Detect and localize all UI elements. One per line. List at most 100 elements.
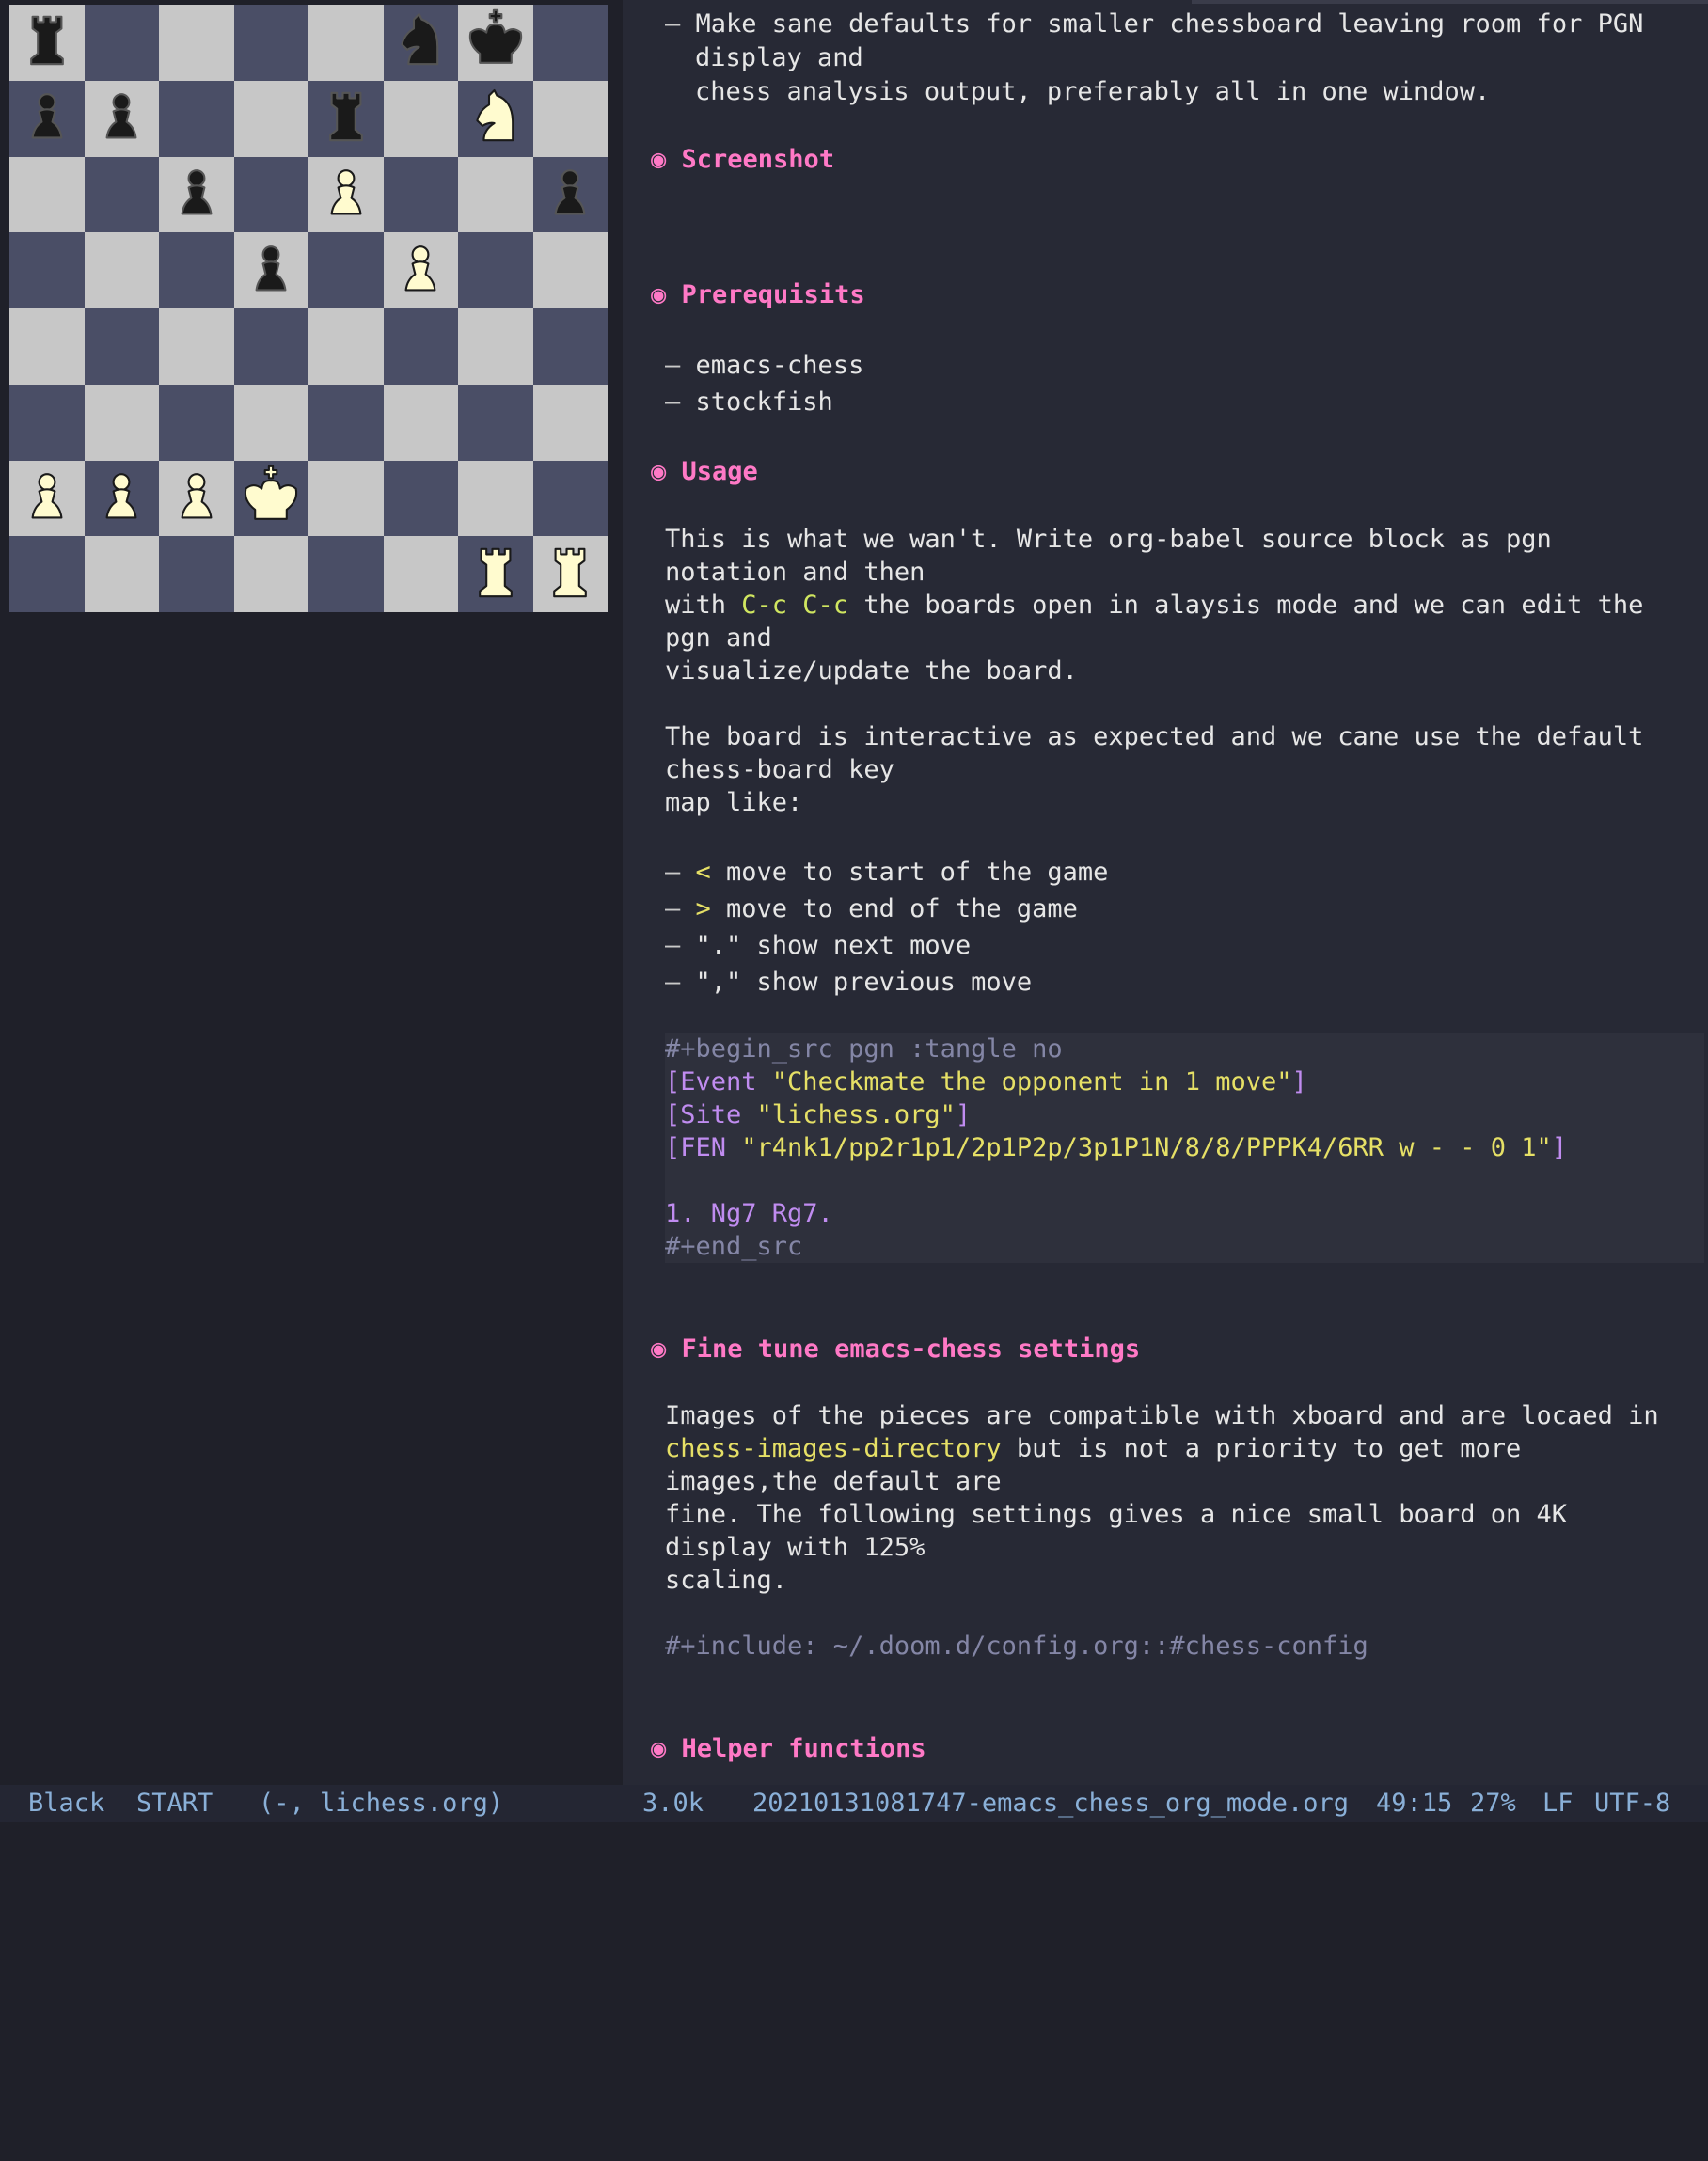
white-rook-icon[interactable] [463, 540, 529, 609]
square-b3[interactable] [84, 384, 159, 461]
square-h6[interactable] [532, 156, 608, 233]
square-g3[interactable] [458, 384, 533, 461]
square-h2[interactable] [532, 460, 608, 537]
square-h8[interactable] [532, 5, 608, 81]
square-e6[interactable] [308, 156, 384, 233]
black-pawn-icon[interactable] [537, 160, 603, 229]
square-d4[interactable] [233, 308, 308, 385]
white-pawn-icon[interactable] [387, 236, 453, 306]
square-b6[interactable] [84, 156, 159, 233]
white-knight-icon[interactable] [463, 84, 529, 153]
square-a7[interactable] [9, 80, 85, 157]
square-f3[interactable] [383, 384, 458, 461]
square-e7[interactable] [308, 80, 384, 157]
square-g6[interactable] [458, 156, 533, 233]
square-f2[interactable] [383, 460, 458, 537]
square-g4[interactable] [458, 308, 533, 385]
square-c6[interactable] [159, 156, 234, 233]
square-f7[interactable] [383, 80, 458, 157]
heading-helper-functions[interactable]: ◉ Helper functions [651, 1732, 926, 1765]
paragraph-line: display with 125% [665, 1533, 925, 1562]
bullet-icon: ◉ [651, 1734, 682, 1763]
black-rook-icon[interactable] [14, 8, 80, 77]
white-rook-icon[interactable] [537, 540, 603, 609]
black-pawn-icon[interactable] [88, 84, 154, 153]
black-rook-icon[interactable] [313, 84, 379, 153]
square-e8[interactable] [308, 5, 384, 81]
heading-prerequisits[interactable]: ◉ Prerequisits [651, 278, 865, 311]
square-d3[interactable] [233, 384, 308, 461]
square-b7[interactable] [84, 80, 159, 157]
square-g2[interactable] [458, 460, 533, 537]
square-f8[interactable] [383, 5, 458, 81]
white-pawn-icon[interactable] [14, 464, 80, 533]
square-c3[interactable] [159, 384, 234, 461]
square-c5[interactable] [159, 232, 234, 308]
square-b4[interactable] [84, 308, 159, 385]
square-h5[interactable] [532, 232, 608, 308]
square-d6[interactable] [233, 156, 308, 233]
square-e1[interactable] [308, 536, 384, 612]
square-d5[interactable] [233, 232, 308, 308]
white-pawn-icon[interactable] [88, 464, 154, 533]
square-b8[interactable] [84, 5, 159, 81]
org-buffer[interactable]: — Make sane defaults for smaller chessbo… [623, 0, 1708, 1785]
square-a5[interactable] [9, 232, 85, 308]
white-pawn-icon[interactable] [164, 464, 229, 533]
square-g7[interactable] [458, 80, 533, 157]
square-e2[interactable] [308, 460, 384, 537]
square-b2[interactable] [84, 460, 159, 537]
square-a8[interactable] [9, 5, 85, 81]
square-d1[interactable] [233, 536, 308, 612]
list-item: — emacs-chess [665, 351, 864, 380]
square-g5[interactable] [458, 232, 533, 308]
square-b5[interactable] [84, 232, 159, 308]
paragraph-line: fine. The following settings gives a nic… [665, 1500, 1568, 1529]
black-pawn-icon[interactable] [238, 236, 304, 306]
white-pawn-icon[interactable] [313, 160, 379, 229]
paragraph-line: scaling. [665, 1566, 788, 1595]
status-filename[interactable]: 20210131081747-emacs_chess_org_mode.org [752, 1785, 1349, 1822]
chessboard[interactable] [9, 5, 608, 612]
paragraph-line: images,the default are [665, 1467, 1002, 1496]
square-f4[interactable] [383, 308, 458, 385]
black-king-icon[interactable] [463, 8, 529, 77]
heading-screenshot[interactable]: ◉ Screenshot [651, 143, 834, 176]
square-e4[interactable] [308, 308, 384, 385]
square-d8[interactable] [233, 5, 308, 81]
square-h1[interactable] [532, 536, 608, 612]
square-d7[interactable] [233, 80, 308, 157]
square-e3[interactable] [308, 384, 384, 461]
square-h7[interactable] [532, 80, 608, 157]
square-e5[interactable] [308, 232, 384, 308]
square-a4[interactable] [9, 308, 85, 385]
square-h3[interactable] [532, 384, 608, 461]
square-c2[interactable] [159, 460, 234, 537]
square-g8[interactable] [458, 5, 533, 81]
square-g1[interactable] [458, 536, 533, 612]
square-h4[interactable] [532, 308, 608, 385]
square-f1[interactable] [383, 536, 458, 612]
square-c8[interactable] [159, 5, 234, 81]
black-pawn-icon[interactable] [164, 160, 229, 229]
square-b1[interactable] [84, 536, 159, 612]
heading-fine-tune[interactable]: ◉ Fine tune emacs-chess settings [651, 1333, 1140, 1365]
square-a2[interactable] [9, 460, 85, 537]
square-a1[interactable] [9, 536, 85, 612]
black-pawn-icon[interactable] [14, 84, 80, 153]
square-a3[interactable] [9, 384, 85, 461]
square-c7[interactable] [159, 80, 234, 157]
status-position: 49:15 [1376, 1789, 1453, 1818]
square-c4[interactable] [159, 308, 234, 385]
square-f6[interactable] [383, 156, 458, 233]
paragraph-line: chess-images-directory but is not a prio… [665, 1434, 1522, 1463]
bullet-icon: ◉ [651, 457, 682, 486]
heading-usage[interactable]: ◉ Usage [651, 455, 758, 488]
square-f5[interactable] [383, 232, 458, 308]
square-c1[interactable] [159, 536, 234, 612]
square-d2[interactable] [233, 460, 308, 537]
include-directive[interactable]: #+include: ~/.doom.d/config.org::#chess-… [665, 1630, 1368, 1663]
square-a6[interactable] [9, 156, 85, 233]
black-knight-icon[interactable] [387, 8, 453, 77]
white-king-icon[interactable] [238, 464, 304, 533]
